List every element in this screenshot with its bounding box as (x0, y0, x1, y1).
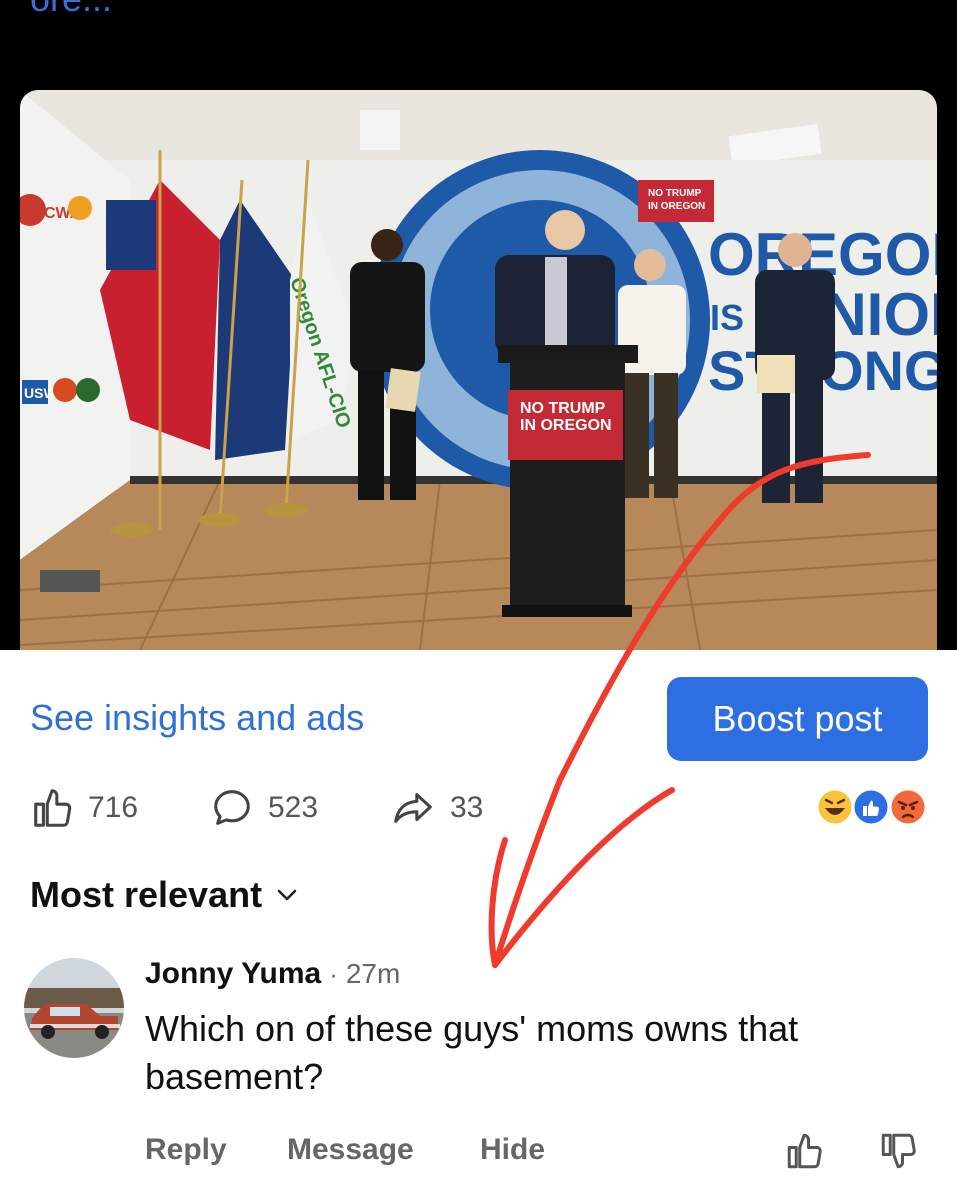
like-icon (34, 789, 72, 827)
boost-post-button[interactable]: Boost post (667, 677, 928, 761)
podium: NO TRUMP IN OREGON (498, 345, 638, 617)
post-photo[interactable]: OREGON IS UNION STRONG NO TRUMP IN OREGO… (20, 90, 937, 650)
like-count: 716 (88, 791, 139, 824)
like-stat[interactable]: 716 (30, 785, 138, 831)
see-more-text[interactable]: ore... (30, 0, 112, 20)
comment-stat[interactable]: 523 (208, 785, 318, 831)
wall-sign-line1: NO TRUMP (648, 188, 702, 199)
comment-dislike-icon[interactable] (878, 1130, 920, 1172)
like-emoji-icon (851, 787, 891, 827)
share-count: 33 (450, 791, 484, 824)
message-button[interactable]: Message (287, 1133, 414, 1167)
angry-emoji-icon (888, 787, 928, 827)
comment-count: 523 (268, 791, 319, 824)
reply-button[interactable]: Reply (145, 1133, 227, 1167)
comment-icon (214, 790, 250, 825)
laugh-emoji-icon (815, 787, 855, 827)
wall-text-is: IS (710, 297, 744, 338)
avatar[interactable] (24, 958, 124, 1058)
comment-time: 27m (345, 958, 401, 989)
logo-usw: USW (24, 385, 57, 401)
sort-label: Most relevant (30, 874, 263, 915)
hide-button[interactable]: Hide (480, 1133, 545, 1167)
avatar-car-image (24, 958, 124, 1058)
separator-dot: · (329, 959, 338, 989)
press-conference-image: OREGON IS UNION STRONG NO TRUMP IN OREGO… (20, 90, 937, 650)
share-icon (394, 793, 432, 823)
comment-like-icon[interactable] (784, 1130, 826, 1172)
comment-text: Which on of these guys' moms owns that b… (145, 1008, 799, 1097)
comment-header: Jonny Yuma · 27m (145, 957, 400, 991)
comment-author[interactable]: Jonny Yuma (145, 957, 321, 991)
reaction-summary[interactable] (815, 786, 930, 828)
podium-sign-line2: IN OREGON (520, 417, 612, 434)
see-insights-link[interactable]: See insights and ads (30, 697, 364, 739)
share-stat[interactable]: 33 (388, 785, 483, 831)
comment-sort-dropdown[interactable]: Most relevant (30, 874, 298, 916)
podium-sign-line1: NO TRUMP (520, 400, 606, 417)
chevron-down-icon (277, 889, 297, 901)
wall-sign-line2: IN OREGON (648, 201, 705, 212)
person-right-2 (755, 233, 835, 503)
